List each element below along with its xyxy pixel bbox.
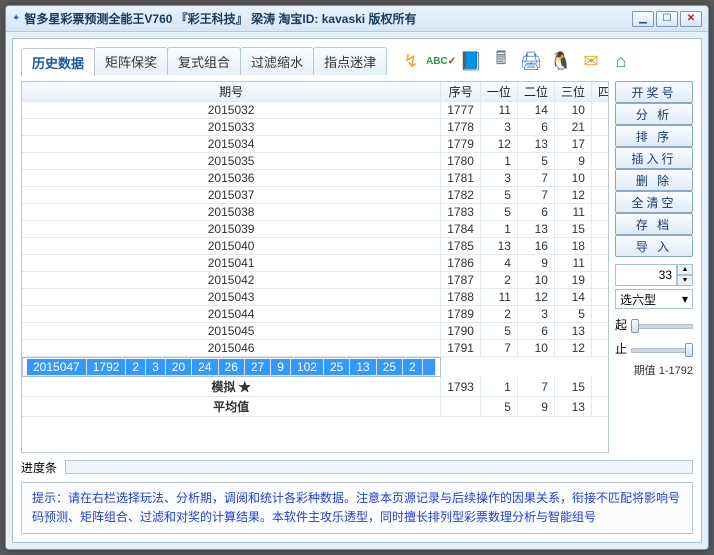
chevron-down-icon: ▾ — [682, 292, 688, 306]
progress-bar — [65, 460, 693, 474]
table-row[interactable]: 201503717825712141832168844242713 — [22, 187, 609, 204]
table-row[interactable]: 201503517801592224333973512324 — [22, 153, 609, 170]
table-row[interactable]: 20150341779121317182027131074412153 — [22, 136, 609, 153]
table-row[interactable]: 2015032177711141016182929815171821 — [22, 102, 609, 119]
tab-4[interactable]: 指点迷津 — [313, 47, 387, 75]
tab-1[interactable]: 矩阵保奖 — [94, 47, 168, 75]
column-header[interactable]: 四位 — [591, 82, 609, 102]
range-label: 期值 1-1792 — [615, 362, 693, 378]
column-header[interactable]: 期号 — [22, 82, 441, 102]
print-icon[interactable]: 🖨 — [518, 48, 544, 74]
title-bar: ✦ 智多星彩票预测全能王V760 『彩王科技』 梁涛 淘宝ID: kavaski… — [6, 6, 708, 32]
abc-check-icon[interactable]: ABC✓ — [428, 48, 454, 74]
slider-start-label: 起 — [615, 316, 627, 333]
table-row[interactable]: 201503317783621293132512252132942 — [22, 119, 609, 136]
book-icon[interactable]: 📘 — [458, 48, 484, 74]
minimize-button[interactable]: ▁ — [632, 11, 654, 27]
qq-icon[interactable]: 🐧 — [548, 48, 574, 74]
table-row[interactable]: 201504617917101214252219015161821 — [22, 340, 609, 357]
table-row[interactable]: 2015036178137101728324975017292 — [22, 170, 609, 187]
arrow-down-icon[interactable]: ↯ — [398, 48, 424, 74]
table-row[interactable]: 2015041178649111723238874021194 — [22, 255, 609, 272]
data-grid[interactable]: 期号序号一位二位三位四位五位六位特码和值间隔和频率和码距奇数重码20150321… — [21, 81, 609, 453]
side-button-2[interactable]: 排 序 — [615, 125, 693, 147]
spin-up[interactable]: ▲ — [677, 264, 693, 275]
window-title: 智多星彩票预测全能王V760 『彩王科技』 梁涛 淘宝ID: kavaski 版… — [24, 10, 632, 27]
column-header[interactable]: 序号 — [441, 82, 481, 102]
table-row[interactable]: 201504317881112142326301116991911 — [22, 289, 609, 306]
app-icon: ✦ — [12, 13, 20, 24]
column-header[interactable]: 三位 — [554, 82, 591, 102]
end-slider[interactable] — [631, 341, 693, 357]
table-row[interactable]: 2015044178923513141812551019163 — [22, 306, 609, 323]
side-button-5[interactable]: 全清空 — [615, 191, 693, 213]
column-header[interactable]: 二位 — [517, 82, 554, 102]
maximize-button[interactable]: ☐ — [656, 11, 678, 27]
tab-bar: 历史数据矩阵保奖复式组合过滤缩水指点迷津 — [21, 47, 386, 75]
table-row[interactable]: 2015039178411315262732121143715314 — [22, 221, 609, 238]
table-row[interactable]: 平均值5913192429810029152421 — [22, 397, 609, 417]
table-row[interactable]: 201504217872101923273361143411314 — [22, 272, 609, 289]
side-button-7[interactable]: 导 入 — [615, 235, 693, 257]
spin-input[interactable]: ▲ ▼ — [615, 264, 693, 286]
table-row[interactable]: 201504017851316182730321613616231921 — [22, 238, 609, 255]
mail-icon[interactable]: ✉ — [578, 48, 604, 74]
table-row[interactable]: 20150451790561322302671023110252 — [22, 323, 609, 340]
side-button-1[interactable]: 分 析 — [615, 103, 693, 125]
tab-2[interactable]: 复式组合 — [167, 47, 241, 75]
tab-3[interactable]: 过滤缩水 — [240, 47, 314, 75]
toolbar: ↯ABC✓📘🖩🖨🐧✉⌂ — [398, 48, 634, 74]
home-icon[interactable]: ⌂ — [608, 48, 634, 74]
calc-icon[interactable]: 🖩 — [488, 48, 514, 74]
spin-value[interactable] — [615, 264, 677, 286]
start-slider[interactable] — [631, 317, 693, 333]
spin-down[interactable]: ▼ — [677, 275, 693, 286]
tab-0[interactable]: 历史数据 — [21, 48, 95, 76]
slider-end-label: 止 — [615, 340, 627, 357]
table-row[interactable]: 模拟 ★179317151827321612232153031 — [22, 377, 609, 397]
table-row[interactable]: 201503817835611121534148312192932 — [22, 204, 609, 221]
hint-text: 提示：请在右栏选择玩法、分析期，调阅和统计各彩种数据。注意本页源记录与后续操作的… — [21, 482, 693, 534]
column-header[interactable]: 一位 — [480, 82, 517, 102]
type-select[interactable]: 选六型 ▾ — [615, 289, 693, 309]
side-button-4[interactable]: 删 除 — [615, 169, 693, 191]
side-panel: 开奖号分 析排 序插入行删 除全清空存 档导 入 ▲ ▼ 选六型 ▾ 起 — [615, 81, 693, 453]
close-button[interactable]: ✕ — [680, 11, 702, 27]
progress-label: 进度条 — [21, 459, 57, 476]
side-button-3[interactable]: 插入行 — [615, 147, 693, 169]
side-button-0[interactable]: 开奖号 — [615, 81, 693, 103]
side-button-6[interactable]: 存 档 — [615, 213, 693, 235]
table-row[interactable]: 20150471792232024262791022513252 — [22, 357, 441, 377]
